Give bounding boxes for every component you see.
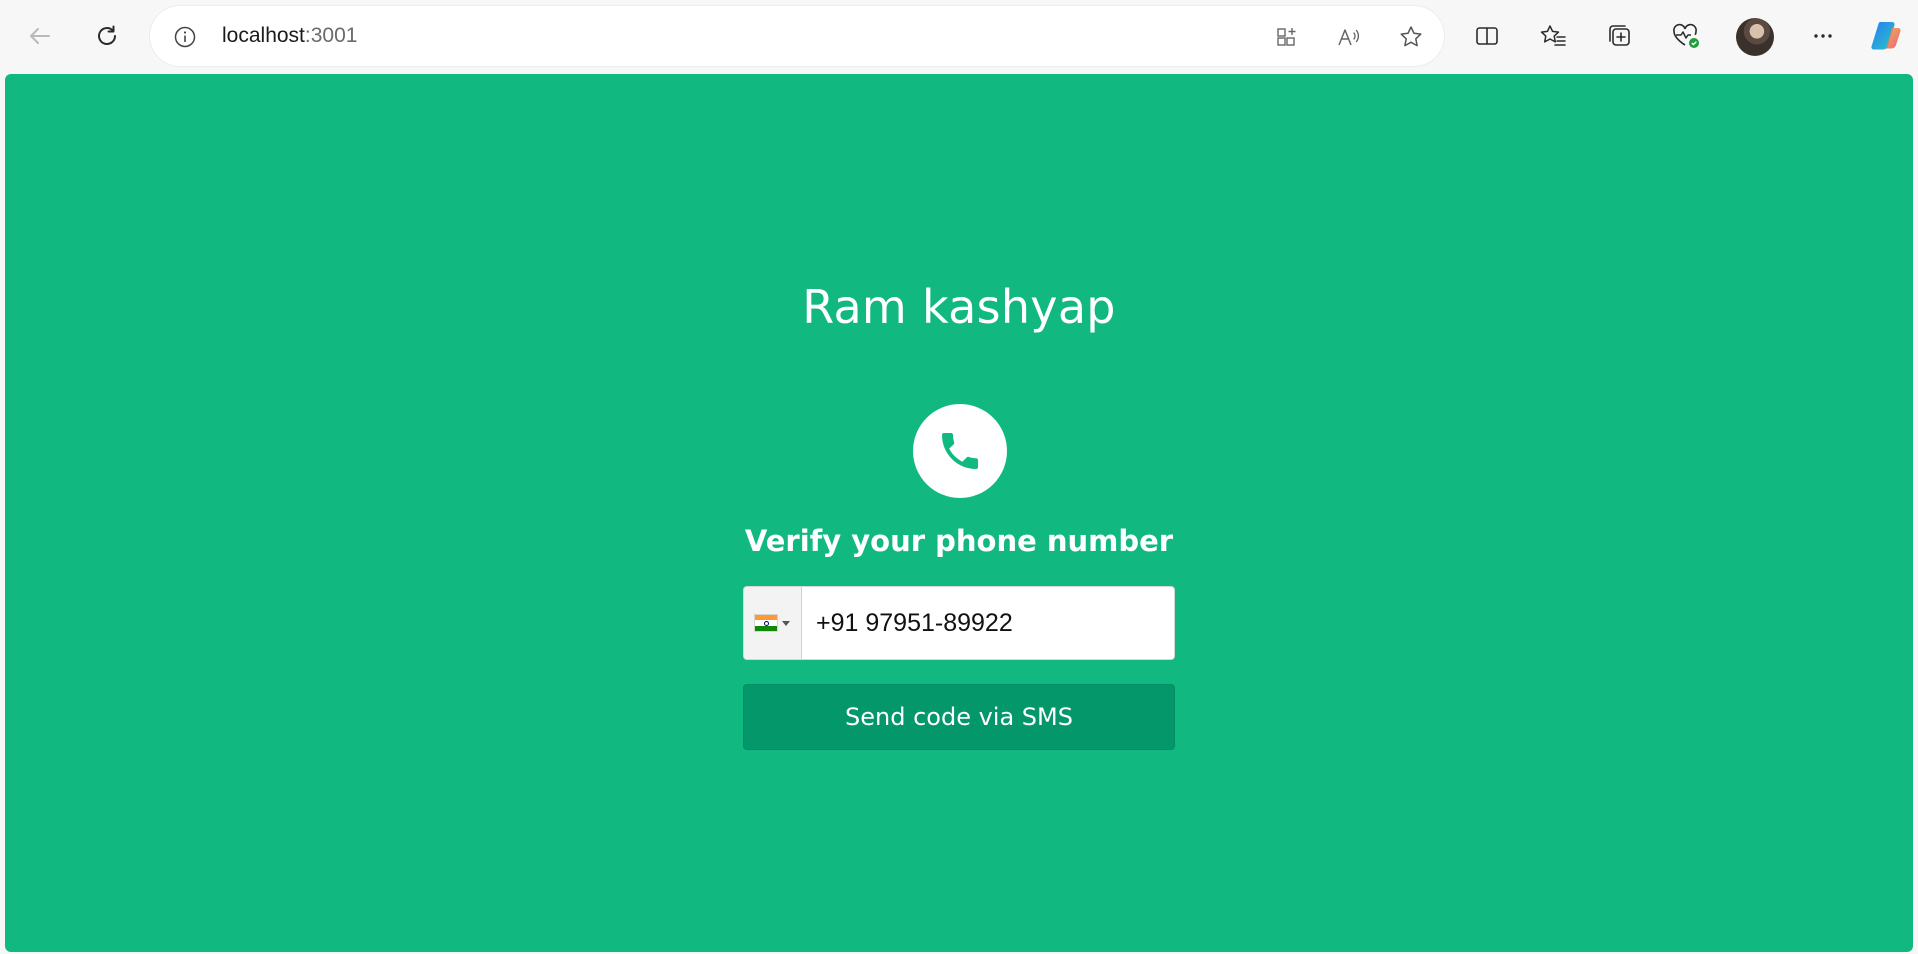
more-icon [1814,34,1832,38]
info-icon[interactable] [174,26,196,48]
reload-button[interactable] [87,16,127,56]
url-port: :3001 [304,24,358,47]
browser-toolbar: localhost:3001 [0,0,1918,73]
reload-icon [98,25,116,45]
collections-icon [1609,25,1630,46]
favorites-icon [1540,25,1566,46]
send-code-button[interactable]: Send code via SMS [743,684,1175,750]
verify-heading: Verify your phone number [744,524,1174,558]
phone-input[interactable] [802,587,1174,659]
back-button[interactable] [20,16,60,56]
read-aloud-button[interactable] [1334,22,1364,52]
phone-number-field [743,586,1175,660]
india-flag-icon [755,615,777,631]
phone-icon [942,433,978,469]
page-viewport: Ram kashyap Verify your phone number Sen… [5,74,1913,952]
split-screen-button[interactable] [1467,16,1507,56]
url-text[interactable]: localhost:3001 [222,6,357,66]
chevron-down-icon [782,620,790,626]
app-available-button[interactable] [1272,22,1302,52]
address-bar[interactable]: localhost:3001 [150,6,1444,66]
copilot-icon [1871,22,1901,50]
star-icon [1400,26,1422,47]
url-host: localhost [222,24,305,47]
read-aloud-icon [1338,29,1359,46]
browser-essentials-button[interactable] [1666,16,1706,56]
favorite-button[interactable] [1396,22,1426,52]
heart-pulse-icon [1673,23,1699,48]
page-title: Ram kashyap [802,280,1116,334]
phone-icon-badge [913,404,1007,498]
country-code-select[interactable] [744,587,802,659]
back-arrow-icon [30,28,50,44]
favorites-button[interactable] [1533,16,1573,56]
app-available-icon [1277,28,1296,46]
collections-button[interactable] [1600,16,1640,56]
split-screen-icon [1476,27,1498,45]
more-button[interactable] [1803,16,1843,56]
avatar[interactable] [1736,18,1774,56]
copilot-button[interactable] [1866,16,1906,56]
